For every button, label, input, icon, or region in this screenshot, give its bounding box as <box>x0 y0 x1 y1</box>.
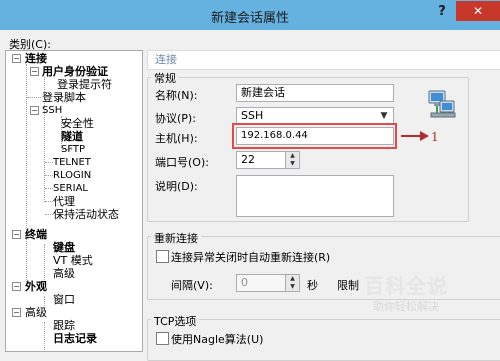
nagle-checkbox[interactable] <box>156 332 169 345</box>
description-field[interactable] <box>236 175 394 217</box>
seconds-label: 秒 <box>307 279 318 292</box>
collapse-icon[interactable]: − <box>12 54 21 63</box>
tree-item-terminal-advanced[interactable]: 高级 <box>53 267 75 280</box>
tree-connector <box>45 162 53 163</box>
name-field[interactable]: 新建会话 <box>236 84 394 102</box>
spin-down-icon[interactable]: ▼ <box>285 160 299 168</box>
auto-reconnect-checkbox[interactable] <box>156 250 169 263</box>
tree-item-keepalive[interactable]: 保持活动状态 <box>53 208 119 221</box>
tree-item-window[interactable]: 窗口 <box>53 293 75 306</box>
annotation-number: 1 <box>431 130 439 144</box>
tree-item-vt-mode[interactable]: VT 模式 <box>53 254 93 267</box>
collapse-icon[interactable]: − <box>12 308 21 317</box>
interval-stepper[interactable]: 0 ▲ ▼ <box>236 274 300 292</box>
description-label: 说明(D): <box>155 180 198 193</box>
reconnect-group-title: 重新连接 <box>151 230 201 246</box>
tree-connector <box>44 296 45 306</box>
protocol-value: SSH <box>241 109 264 122</box>
host-field[interactable]: 192.168.0.44 <box>236 127 394 145</box>
auto-reconnect-label: 连接异常关闭时自动重新连接(R) <box>171 251 331 264</box>
interval-value: 0 <box>241 276 248 289</box>
limit-label: 限制 <box>337 279 359 292</box>
window-title: 新建会话属性 <box>210 11 289 26</box>
tree-connector <box>27 97 41 98</box>
close-button[interactable]: ✕ <box>456 1 500 21</box>
arrow-right-icon <box>401 131 429 141</box>
collapse-icon[interactable]: − <box>30 106 39 115</box>
title-bar: 新建会话属性 ? ✕ <box>0 0 500 30</box>
general-group-title: 常规 <box>151 70 179 86</box>
tree-item-serial[interactable]: SERIAL <box>53 182 88 195</box>
port-label: 端口号(O): <box>155 156 209 169</box>
collapse-icon[interactable]: − <box>12 282 21 291</box>
tree-item-terminal[interactable]: 终端 <box>25 228 47 241</box>
watermark-subtitle: 助你轻松解决 <box>373 300 439 313</box>
tree-connector <box>45 201 53 202</box>
panel-title: 连接 <box>147 50 500 70</box>
watermark-title: 百科全说 <box>364 274 448 298</box>
network-computer-icon <box>428 90 456 118</box>
port-value: 22 <box>241 153 255 166</box>
tree-item-login-prompt[interactable]: 登录提示符 <box>57 78 112 91</box>
tree-connector <box>44 322 45 350</box>
tree-item-security[interactable]: 安全性 <box>61 117 94 130</box>
tree-item-logging[interactable]: 日志记录 <box>53 332 97 345</box>
spin-up-icon[interactable]: ▲ <box>285 152 299 160</box>
interval-label: 间隔(V): <box>171 279 213 292</box>
protocol-label: 协议(P): <box>155 112 196 125</box>
host-label: 主机(H): <box>155 132 198 145</box>
tree-connector <box>45 214 53 215</box>
tree-item-user-auth[interactable]: 用户身份验证 <box>42 65 108 78</box>
tree-connector <box>44 244 45 284</box>
category-tree[interactable]: − 连接 − 用户身份验证 登录提示符 登录脚本 − SSH 安全性 隧道 SF… <box>5 50 143 352</box>
tree-item-appearance[interactable]: 外观 <box>25 280 47 293</box>
collapse-icon[interactable]: − <box>30 67 39 76</box>
tree-item-rlogin[interactable]: RLOGIN <box>53 169 91 182</box>
tree-item-ssh[interactable]: SSH <box>42 104 62 117</box>
tree-item-login-script[interactable]: 登录脚本 <box>42 91 86 104</box>
tree-item-advanced[interactable]: 高级 <box>25 306 47 319</box>
port-stepper[interactable]: 22 ▲ ▼ <box>236 151 300 169</box>
tree-item-keyboard[interactable]: 键盘 <box>53 241 75 254</box>
tree-connector <box>45 175 53 176</box>
tree-connector <box>45 188 53 189</box>
spin-down-icon[interactable]: ▼ <box>285 283 299 291</box>
tree-item-sftp[interactable]: SFTP <box>61 143 85 156</box>
tree-item-trace[interactable]: 跟踪 <box>53 319 75 332</box>
chevron-down-icon[interactable]: ▼ <box>377 109 391 123</box>
spin-up-icon[interactable]: ▲ <box>285 275 299 283</box>
help-button[interactable]: ? <box>432 2 452 22</box>
tcp-group-title: TCP选项 <box>151 313 200 329</box>
collapse-icon[interactable]: − <box>12 230 21 239</box>
tree-item-telnet[interactable]: TELNET <box>53 156 91 169</box>
name-label: 名称(N): <box>155 89 198 102</box>
tree-item-connection[interactable]: 连接 <box>25 52 47 65</box>
tree-item-tunnel[interactable]: 隧道 <box>61 130 83 143</box>
tree-item-proxy[interactable]: 代理 <box>53 195 75 208</box>
